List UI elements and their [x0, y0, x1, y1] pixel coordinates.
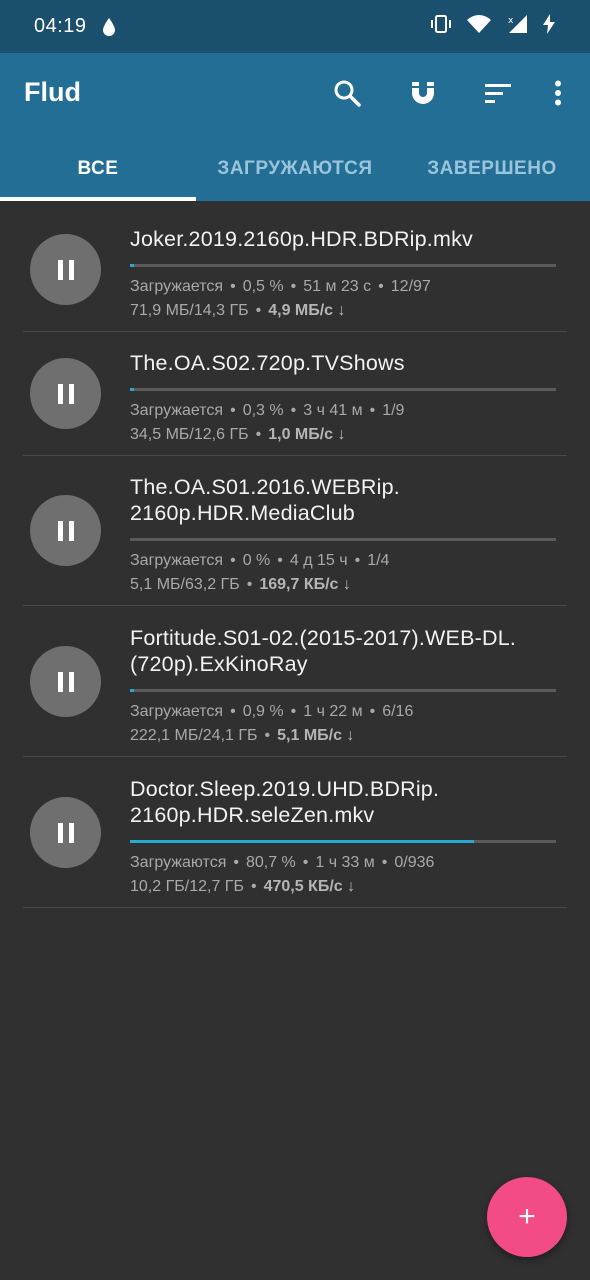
- torrent-size: 222,1 МБ/24,1 ГБ: [130, 727, 258, 744]
- torrent-meta: Загружается • 0,5 % • 51 м 23 с • 12/97 71,9 М…: [130, 278, 431, 319]
- torrent-eta: 3 ч 41 м: [303, 402, 363, 419]
- progress-fill: [130, 264, 134, 267]
- torrent-percent: 0,5 %: [242, 278, 284, 295]
- vibrate-icon: [430, 14, 452, 39]
- torrent-eta: 4 д 15 ч: [289, 552, 348, 569]
- add-torrent-button[interactable]: +: [487, 1177, 567, 1257]
- torrent-size: 5,1 МБ/63,2 ГБ: [130, 576, 240, 593]
- torrent-speed: 1,0 МБ/с ↓: [268, 426, 346, 443]
- torrent-name: Doctor.Sleep.2019.UHD.BDRip. 2160p.HDR.s…: [130, 777, 440, 827]
- torrent-files: 12/97: [390, 278, 431, 295]
- app-bar: Flud ВСЕ ЗАГРУЖАЮТСЯ ЗАВЕРШЕНО: [0, 53, 590, 201]
- tab-bar: ВСЕ ЗАГРУЖАЮТСЯ ЗАВЕРШЕНО: [0, 148, 590, 201]
- progress-fill: [130, 840, 474, 843]
- torrent-size: 34,5 МБ/12,6 ГБ: [130, 426, 249, 443]
- torrent-content: The.OA.S01.2016.WEBRip. 2160p.HDR.MediaC…: [130, 474, 556, 606]
- pause-icon[interactable]: [30, 495, 101, 566]
- torrent-speed: 169,7 КБ/с ↓: [259, 576, 351, 593]
- torrent-eta: 51 м 23 с: [303, 278, 372, 295]
- sort-icon[interactable]: [478, 73, 518, 113]
- progress-fill: [130, 689, 134, 692]
- torrent-content: Fortitude.S01-02.(2015-2017).WEB-DL. (72…: [130, 625, 556, 757]
- progress-bar: [130, 840, 556, 843]
- torrent-size: 71,9 МБ/14,3 ГБ: [130, 302, 249, 319]
- torrent-eta: 1 ч 22 м: [303, 703, 363, 720]
- torrent-meta: Загружается • 0 % • 4 д 15 ч • 1/4 5,1 МБ/63,2…: [130, 552, 390, 593]
- tab-downloading[interactable]: ЗАГРУЖАЮТСЯ: [196, 148, 394, 201]
- pause-icon[interactable]: [30, 234, 101, 305]
- torrent-speed: 470,5 КБ/с ↓: [263, 878, 356, 895]
- torrent-meta: Загружается • 0,9 % • 1 ч 22 м • 6/16 222,1 МБ…: [130, 703, 414, 744]
- torrent-item[interactable]: The.OA.S02.720p.TVShows Загружается • 0,3 …: [0, 350, 590, 456]
- progress-bar: [130, 388, 556, 391]
- status-bar: 04:19 x: [0, 0, 590, 53]
- divider: [23, 756, 567, 757]
- torrent-files: 6/16: [382, 703, 414, 720]
- progress-bar: [130, 689, 556, 692]
- torrent-item[interactable]: Joker.2019.2160p.HDR.BDRip.mkv Загружает…: [0, 226, 590, 332]
- torrent-percent: 0,3 %: [242, 402, 284, 419]
- pause-icon[interactable]: [30, 358, 101, 429]
- progress-bar: [130, 264, 556, 267]
- torrent-percent: 0,9 %: [242, 703, 284, 720]
- more-vert-icon[interactable]: [538, 73, 578, 113]
- torrent-meta: Загружается • 0,3 % • 3 ч 41 м • 1/9 34,5 МБ/1…: [130, 402, 405, 443]
- tab-completed[interactable]: ЗАВЕРШЕНО: [394, 148, 590, 201]
- signal-icon: x: [506, 14, 528, 39]
- torrent-files: 1/9: [382, 402, 405, 419]
- torrent-eta: 1 ч 33 м: [315, 854, 375, 871]
- torrent-files: 0/936: [394, 854, 435, 871]
- torrent-status: Загружается: [130, 278, 224, 295]
- torrent-status: Загружается: [130, 552, 224, 569]
- app-title: Flud: [24, 77, 81, 107]
- progress-bar: [130, 538, 556, 541]
- progress-fill: [130, 388, 134, 391]
- torrent-name: Joker.2019.2160p.HDR.BDRip.mkv: [130, 227, 473, 251]
- divider: [23, 331, 567, 332]
- pause-icon[interactable]: [30, 646, 101, 717]
- torrent-content: Joker.2019.2160p.HDR.BDRip.mkv Загружает…: [130, 226, 556, 332]
- status-time: 04:19: [34, 15, 87, 37]
- torrent-percent: 80,7 %: [245, 854, 296, 871]
- charging-icon: [542, 14, 556, 39]
- wifi-icon: [466, 14, 492, 39]
- svg-text:x: x: [508, 16, 514, 26]
- search-icon[interactable]: [327, 73, 367, 113]
- torrent-item[interactable]: Doctor.Sleep.2019.UHD.BDRip. 2160p.HDR.s…: [0, 776, 590, 908]
- torrent-status: Загружается: [130, 703, 224, 720]
- torrent-size: 10,2 ГБ/12,7 ГБ: [130, 878, 244, 895]
- torrent-percent: 0 %: [242, 552, 271, 569]
- divider: [23, 455, 567, 456]
- torrent-speed: 5,1 МБ/с ↓: [277, 727, 355, 744]
- torrent-content: The.OA.S02.720p.TVShows Загружается • 0,3 …: [130, 350, 556, 456]
- divider: [23, 605, 567, 606]
- torrent-item[interactable]: Fortitude.S01-02.(2015-2017).WEB-DL. (72…: [0, 625, 590, 757]
- system-icons: x: [430, 14, 556, 39]
- water-drop-icon: [101, 17, 117, 37]
- torrent-status: Загружается: [130, 402, 224, 419]
- magnet-icon[interactable]: [403, 73, 443, 113]
- torrent-files: 1/4: [367, 552, 390, 569]
- torrent-meta: Загружаются • 80,7 % • 1 ч 33 м • 0/936 10,2 Г…: [130, 854, 435, 895]
- torrent-speed: 4,9 МБ/с ↓: [268, 302, 346, 319]
- torrent-content: Doctor.Sleep.2019.UHD.BDRip. 2160p.HDR.s…: [130, 776, 556, 908]
- tab-all[interactable]: ВСЕ: [0, 148, 196, 201]
- plus-icon: +: [518, 1200, 536, 1233]
- torrent-status: Загружаются: [130, 854, 227, 871]
- pause-icon[interactable]: [30, 797, 101, 868]
- torrent-name: The.OA.S02.720p.TVShows: [130, 351, 405, 375]
- divider: [23, 907, 567, 908]
- torrent-item[interactable]: The.OA.S01.2016.WEBRip. 2160p.HDR.MediaC…: [0, 474, 590, 606]
- torrent-name: Fortitude.S01-02.(2015-2017).WEB-DL. (72…: [130, 626, 517, 676]
- torrent-name: The.OA.S01.2016.WEBRip. 2160p.HDR.MediaC…: [130, 475, 400, 525]
